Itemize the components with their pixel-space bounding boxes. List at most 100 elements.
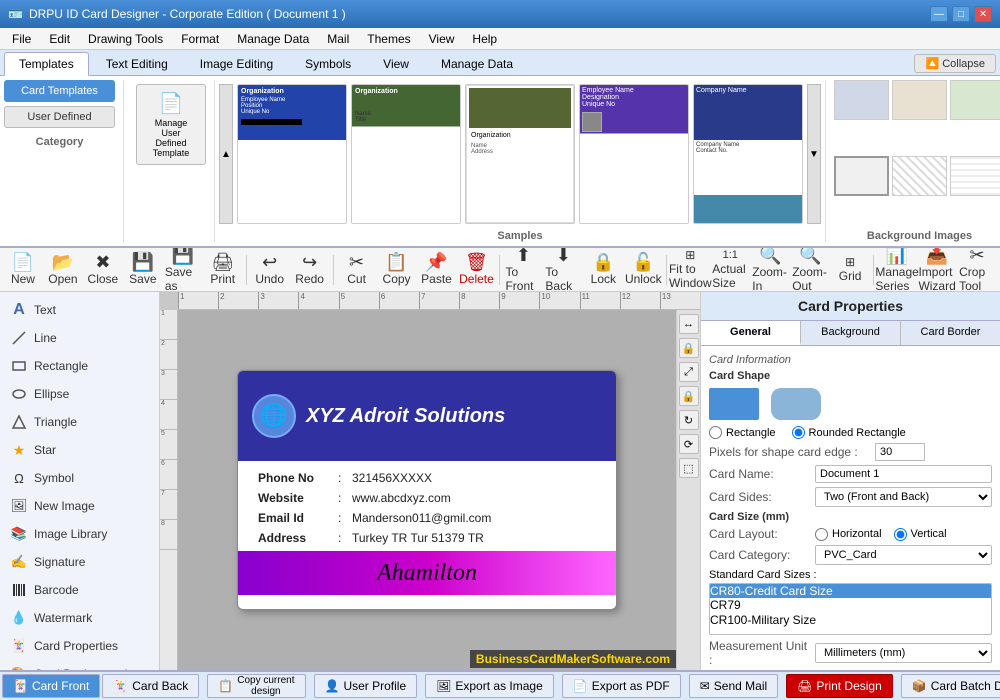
tab-templates[interactable]: Templates [4, 52, 89, 76]
bg-thumb-2[interactable] [892, 80, 947, 120]
side-scroll-btn-6[interactable]: ⟳ [679, 434, 699, 454]
rounded-radio-label[interactable]: Rounded Rectangle [792, 426, 906, 439]
close-btn[interactable]: ✖Close [84, 251, 122, 289]
open-btn[interactable]: 📂Open [44, 251, 82, 289]
card-size-list[interactable]: CR80-Credit Card Size CR79 CR100-Militar… [709, 583, 992, 635]
sample-card-1[interactable]: Organization Employee NamePositionUnique… [237, 84, 347, 224]
new-btn[interactable]: 📄New [4, 251, 42, 289]
close-window-button[interactable]: ✕ [974, 6, 992, 22]
menu-format[interactable]: Format [173, 30, 227, 48]
tab-text-editing[interactable]: Text Editing [91, 52, 183, 75]
saveas-btn[interactable]: 💾Save as [164, 251, 202, 289]
delete-btn[interactable]: 🗑Delete [457, 251, 495, 289]
card-sides-select[interactable]: One (Front Only) Two (Front and Back) [815, 487, 992, 507]
sample-card-4[interactable]: Employee NameDesignationUnique No [579, 84, 689, 224]
cardprops-tool[interactable]: 🃏 Card Properties [0, 632, 159, 660]
send-mail-btn[interactable]: ✉ Send Mail [689, 674, 778, 698]
copy-btn[interactable]: 📋Copy [378, 251, 416, 289]
paste-btn[interactable]: 📌Paste [418, 251, 456, 289]
undo-btn[interactable]: ↩Undo [251, 251, 289, 289]
ellipse-tool[interactable]: Ellipse [0, 380, 159, 408]
tab-view[interactable]: View [368, 52, 424, 75]
sample-card-2[interactable]: Organization NameTitle [351, 84, 461, 224]
symbol-tool[interactable]: Ω Symbol [0, 464, 159, 492]
print-btn[interactable]: 🖨Print [204, 251, 242, 289]
cardbg-tool[interactable]: 🎨 Card Background [0, 660, 159, 670]
side-scroll-btn-7[interactable]: ⬚ [679, 458, 699, 478]
user-defined-button[interactable]: User Defined [4, 106, 115, 128]
horizontal-radio[interactable] [815, 528, 828, 541]
unlock-btn[interactable]: 🔓Unlock [624, 251, 662, 289]
export-pdf-btn[interactable]: 📄 Export as PDF [562, 674, 681, 698]
import-btn[interactable]: 📥Import Wizard [918, 251, 956, 289]
measurement-select[interactable]: Millimeters (mm) Inches (in) [815, 643, 992, 663]
imagelibrary-tool[interactable]: 📚 Image Library [0, 520, 159, 548]
bg-thumb-5[interactable] [892, 156, 947, 196]
rectangle-tool[interactable]: Rectangle [0, 352, 159, 380]
bg-thumb-4[interactable] [834, 156, 889, 196]
card-templates-button[interactable]: Card Templates [4, 80, 115, 102]
vertical-radio-label[interactable]: Vertical [894, 528, 947, 541]
collapse-button[interactable]: 🔼 Collapse [914, 54, 996, 73]
maximize-button[interactable]: □ [952, 6, 970, 22]
samples-scroll-up[interactable]: ▲ [219, 84, 233, 224]
grid-btn[interactable]: ⊞Grid [831, 251, 869, 289]
card-name-input[interactable] [815, 465, 992, 483]
card-category-select[interactable]: PVC_Card [815, 545, 992, 565]
crop-btn[interactable]: ✂Crop Tool [958, 251, 996, 289]
side-scroll-btn-2[interactable]: 🔒 [679, 338, 699, 358]
sample-card-3[interactable]: Organization NameAddress [465, 84, 575, 224]
menu-manage-data[interactable]: Manage Data [229, 30, 317, 48]
tofront-btn[interactable]: ⬆To Front [504, 251, 542, 289]
side-scroll-btn-4[interactable]: 🔒 [679, 386, 699, 406]
card-front-btn[interactable]: 🃏 Card Front [2, 674, 100, 698]
side-scroll-btn-5[interactable]: ↻ [679, 410, 699, 430]
menu-themes[interactable]: Themes [359, 30, 418, 48]
triangle-tool[interactable]: Triangle [0, 408, 159, 436]
menu-view[interactable]: View [421, 30, 463, 48]
manage-ud-button[interactable]: 📄 ManageUserDefinedTemplate [136, 84, 206, 165]
tab-manage-data[interactable]: Manage Data [426, 52, 528, 75]
user-profile-btn[interactable]: 👤 User Profile [314, 674, 418, 698]
bg-thumb-6[interactable] [950, 156, 1000, 196]
menu-help[interactable]: Help [464, 30, 505, 48]
cut-btn[interactable]: ✂Cut [338, 251, 376, 289]
menu-mail[interactable]: Mail [319, 30, 357, 48]
side-scroll-btn-1[interactable]: ↔ [679, 314, 699, 334]
actualsize-btn[interactable]: 1:1Actual Size [711, 251, 749, 289]
rect-radio[interactable] [709, 426, 722, 439]
bg-thumb-3[interactable] [950, 80, 1000, 120]
watermark-tool[interactable]: 💧 Watermark [0, 604, 159, 632]
newimage-tool[interactable]: 🖼 New Image [0, 492, 159, 520]
horizontal-radio-label[interactable]: Horizontal [815, 528, 882, 541]
redo-btn[interactable]: ↪Redo [291, 251, 329, 289]
rect-radio-label[interactable]: Rectangle [709, 426, 776, 439]
tab-symbols[interactable]: Symbols [290, 52, 366, 75]
menu-drawing-tools[interactable]: Drawing Tools [80, 30, 171, 48]
barcode-tool[interactable]: Barcode [0, 576, 159, 604]
tab-general[interactable]: General [701, 321, 801, 345]
manageseries-btn[interactable]: 📊Manage Series [878, 251, 916, 289]
card-batch-btn[interactable]: 📦 Card Batch Data [901, 674, 1000, 698]
minimize-button[interactable]: — [930, 6, 948, 22]
text-tool[interactable]: A Text [0, 296, 159, 324]
sample-card-5[interactable]: Company Name Company NameContact No. [693, 84, 803, 224]
menu-file[interactable]: File [4, 30, 39, 48]
print-design-btn[interactable]: 🖨 Print Design [786, 674, 893, 698]
pixels-input[interactable] [875, 443, 925, 461]
tab-background[interactable]: Background [801, 321, 901, 345]
zoomin-btn[interactable]: 🔍Zoom-In [751, 251, 789, 289]
zoomout-btn[interactable]: 🔍Zoom-Out [791, 251, 829, 289]
lock-btn[interactable]: 🔒Lock [584, 251, 622, 289]
fit-btn[interactable]: ⊞Fit to Window [671, 251, 709, 289]
copy-design-btn[interactable]: 📋 Copy currentdesign [207, 674, 305, 698]
menu-edit[interactable]: Edit [41, 30, 78, 48]
rounded-radio[interactable] [792, 426, 805, 439]
side-scroll-btn-3[interactable]: ⤢ [679, 362, 699, 382]
signature-tool[interactable]: ✍ Signature [0, 548, 159, 576]
export-image-btn[interactable]: 🖼 Export as Image [425, 674, 554, 698]
tab-card-border[interactable]: Card Border [901, 321, 1000, 345]
save-btn[interactable]: 💾Save [124, 251, 162, 289]
card-back-btn[interactable]: 🃏 Card Back [102, 674, 199, 698]
star-tool[interactable]: ★ Star [0, 436, 159, 464]
